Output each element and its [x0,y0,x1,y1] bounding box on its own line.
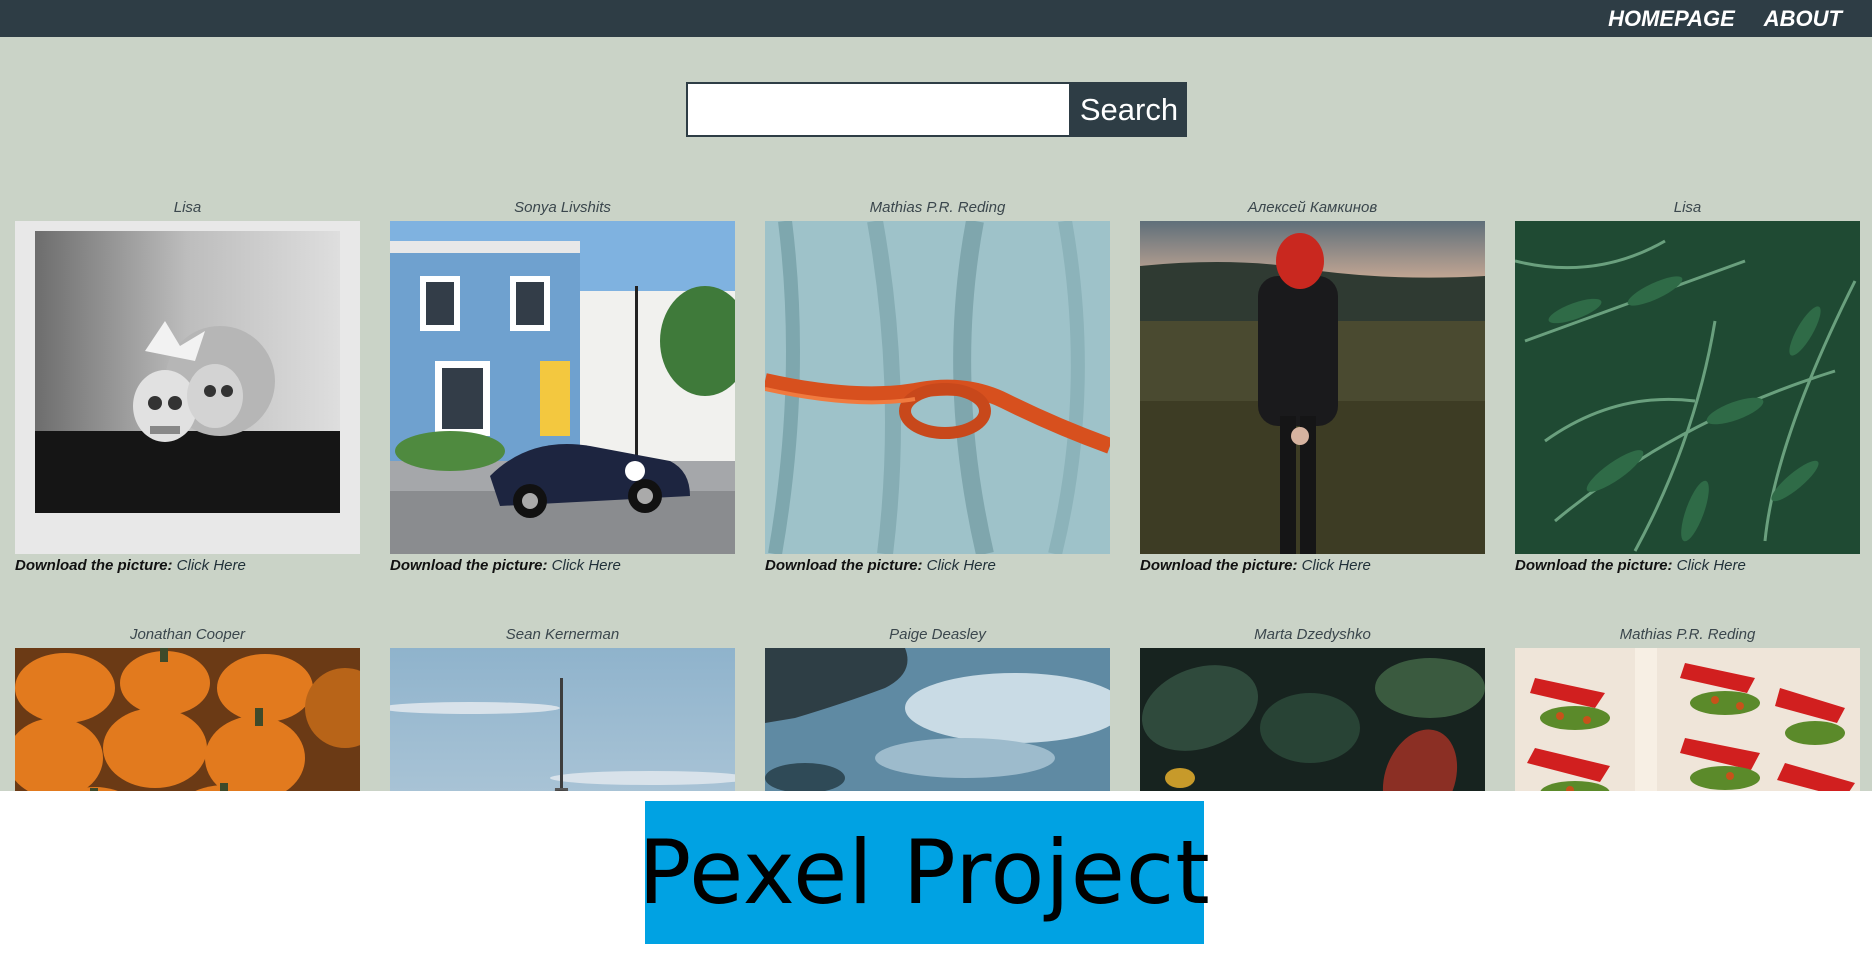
download-label: Download the picture: [765,557,927,574]
download-link[interactable]: Click Here [552,557,621,574]
photo-card: Mathias P.R. Reding Download the picture… [765,197,1110,576]
download-row: Download the picture: Click Here [390,556,735,576]
download-label: Download the picture: [1515,557,1677,574]
search-input[interactable] [686,82,1071,137]
download-link[interactable]: Click Here [927,557,996,574]
photo-card: Sonya Livshits Download the picture: Cli… [390,197,735,576]
search-bar: Search [686,82,1187,137]
photo-card: Sean Kernerman [390,624,735,791]
photo-image[interactable] [765,648,1110,791]
photo-card: Lisa Download the picture: Click Here [15,197,360,576]
photo-image[interactable] [15,221,360,554]
download-row: Download the picture: Click Here [15,556,360,576]
photo-card: Jonathan Cooper [15,624,360,791]
photo-author: Lisa [173,199,202,216]
photo-image[interactable] [1140,221,1485,554]
photo-image[interactable] [765,221,1110,554]
photo-card: Mathias P.R. Reding [1515,624,1860,791]
photo-image[interactable] [390,648,735,791]
photo-card: Paige Deasley [765,624,1110,791]
download-row: Download the picture: Click Here [765,556,1110,576]
download-label: Download the picture: [1140,557,1302,574]
photo-author: Sean Kernerman [505,626,620,643]
photo-image[interactable] [1140,648,1485,791]
photo-grid: Lisa Download the picture: Click Here So… [15,197,1860,791]
download-row: Download the picture: Click Here [1515,556,1860,576]
photo-image[interactable] [15,648,360,791]
photo-author: Mathias P.R. Reding [1619,626,1756,643]
nav-about-link[interactable]: ABOUT [1764,6,1842,32]
download-label: Download the picture: [15,557,177,574]
photo-author: Lisa [1673,199,1702,216]
photo-card: Lisa Download the picture: Click Here [1515,197,1860,576]
download-link[interactable]: Click Here [177,557,246,574]
download-link[interactable]: Click Here [1302,557,1371,574]
download-label: Download the picture: [390,557,552,574]
photo-image[interactable] [390,221,735,554]
download-row: Download the picture: Click Here [1140,556,1485,576]
top-navbar: HOMEPAGE ABOUT [0,0,1872,37]
nav-homepage-link[interactable]: HOMEPAGE [1608,6,1735,32]
photo-image[interactable] [1515,648,1860,791]
photo-author: Sonya Livshits [514,199,611,216]
photo-author: Paige Deasley [889,626,986,643]
photo-card: Marta Dzedyshko [1140,624,1485,791]
photo-card: Алексей Камкинов Download the picture: C… [1140,197,1485,576]
photo-image[interactable] [1515,221,1860,554]
footer-title: Pexel Project [638,821,1211,924]
photo-author: Marta Dzedyshko [1254,626,1371,643]
main-content: Search Lisa Download the picture: Click … [0,37,1872,791]
photo-author: Jonathan Cooper [129,626,246,643]
photo-author: Mathias P.R. Reding [869,199,1006,216]
search-button[interactable]: Search [1071,82,1187,137]
photo-author: Алексей Камкинов [1247,199,1378,216]
footer-banner: Pexel Project [638,801,1210,944]
download-link[interactable]: Click Here [1677,557,1746,574]
